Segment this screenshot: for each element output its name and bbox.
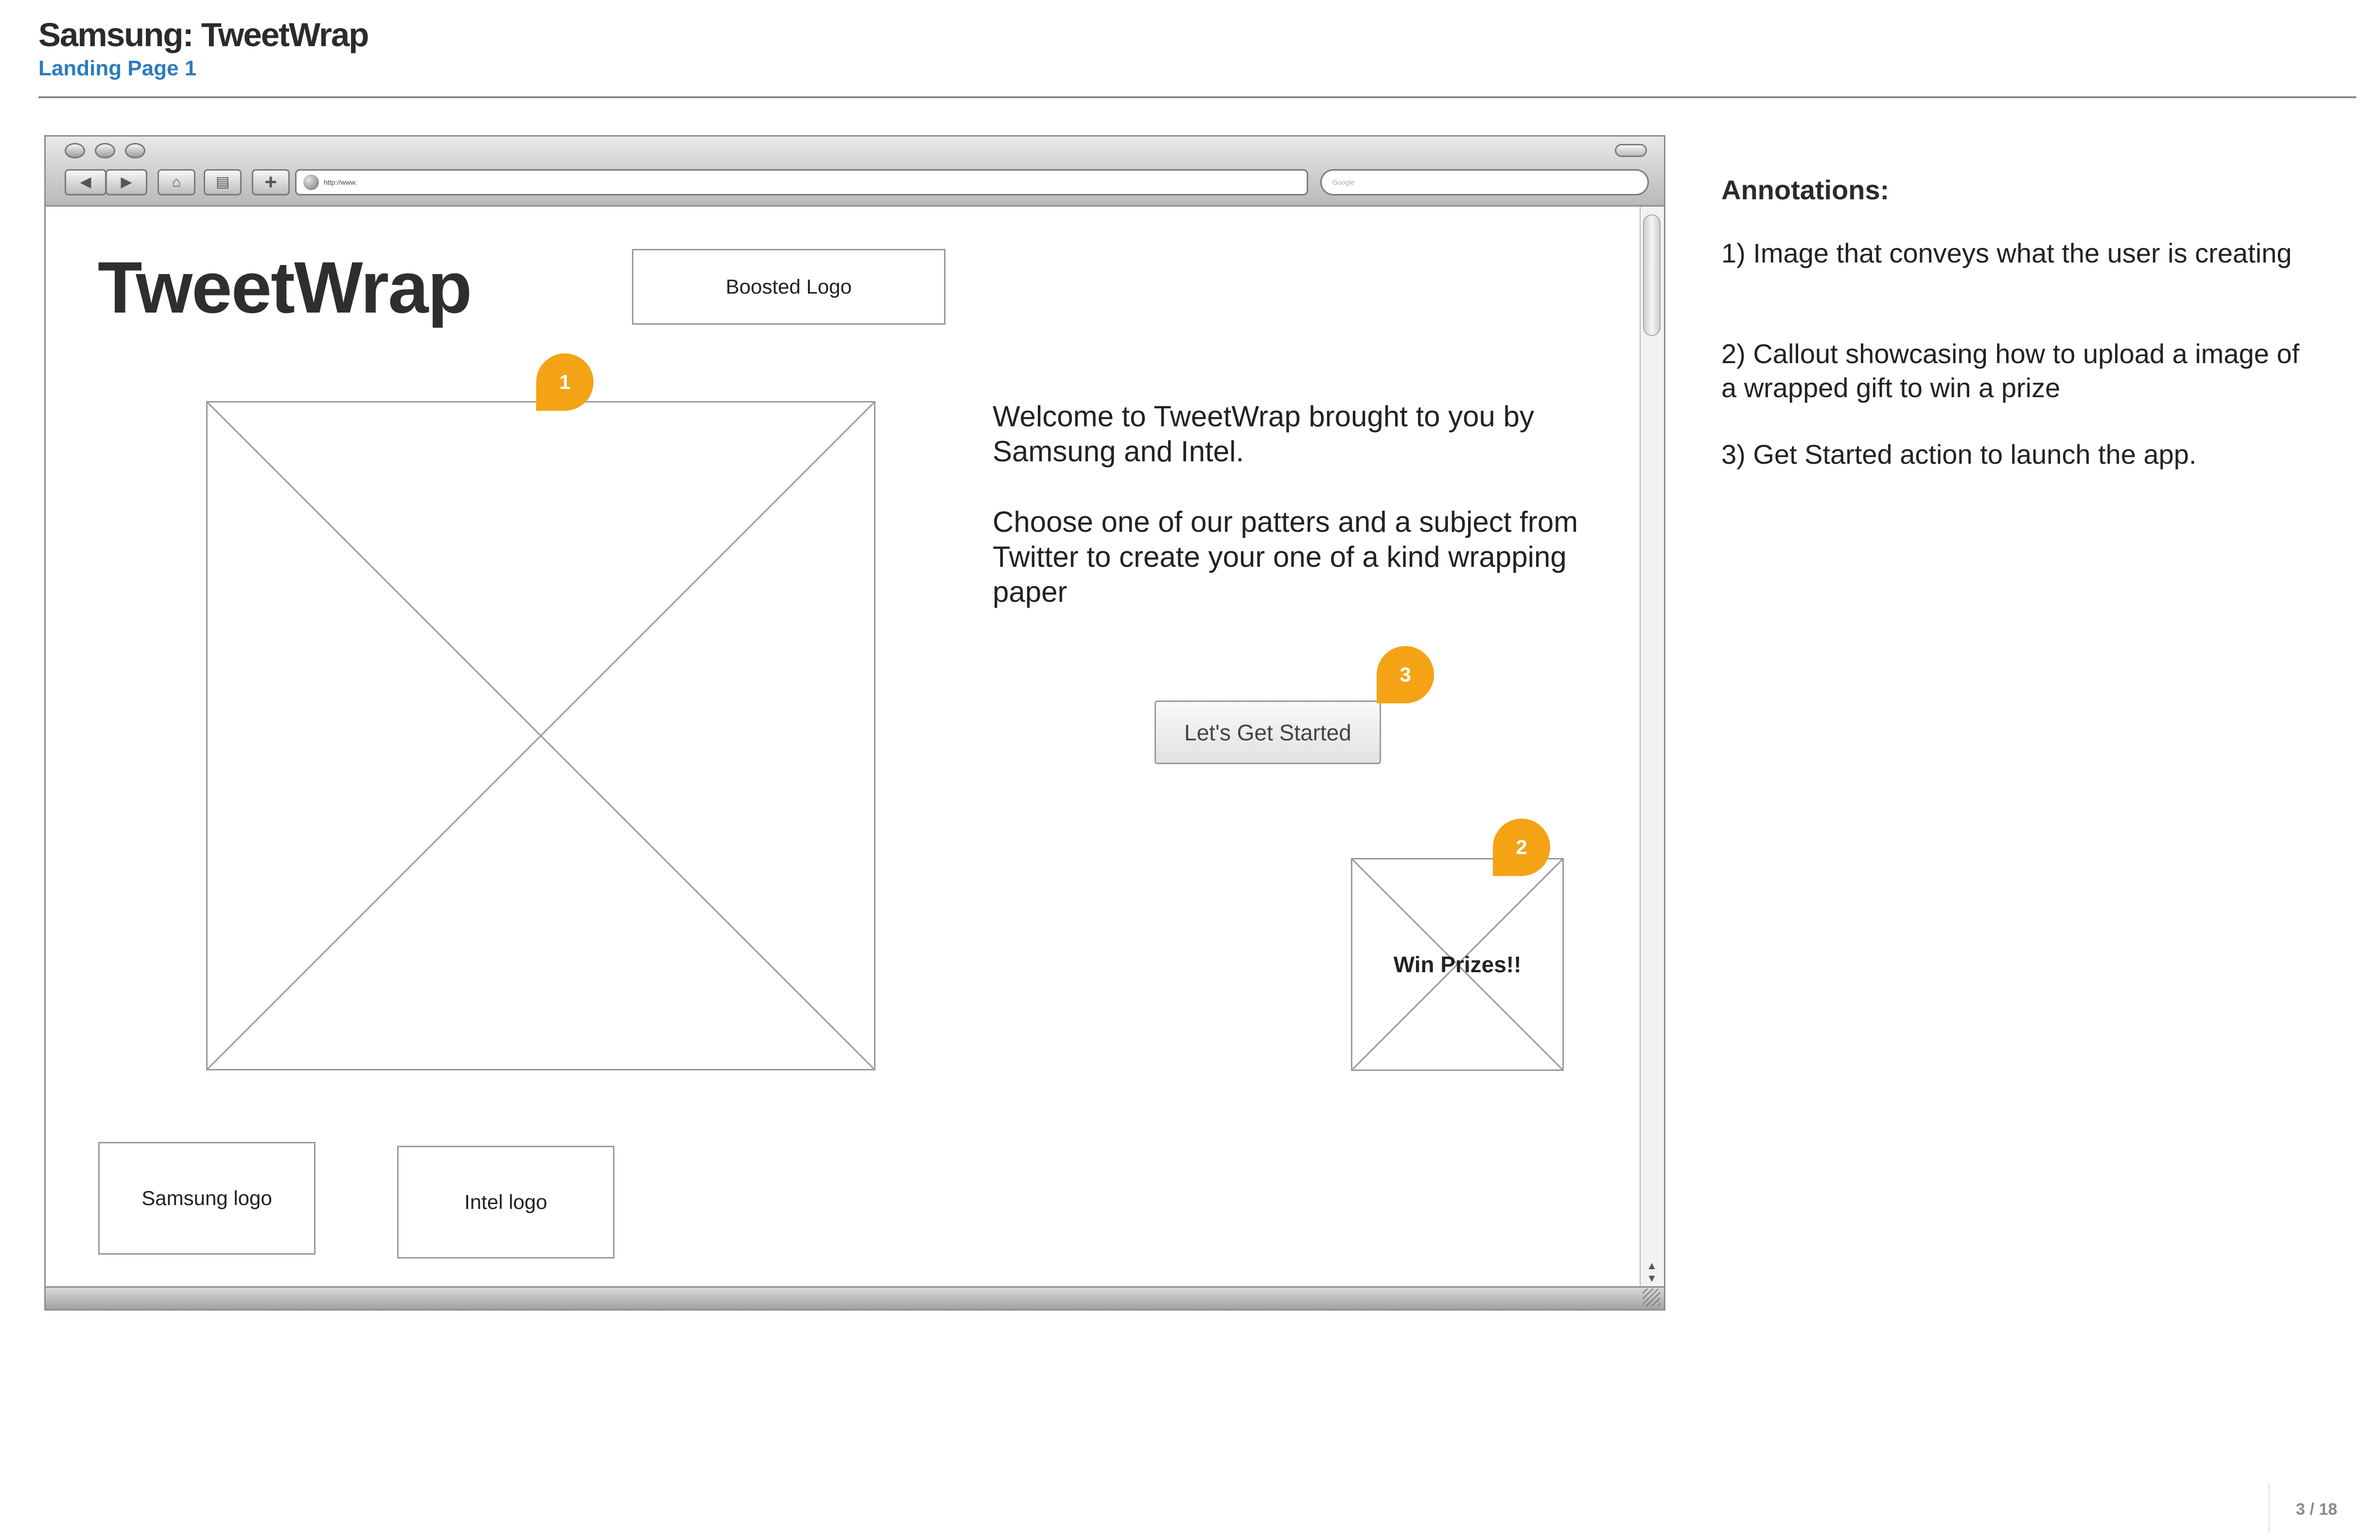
annotation-item: 2) Callout showcasing how to upload a im… — [1721, 338, 2300, 403]
document-title: Samsung: TweetWrap — [38, 16, 369, 53]
home-icon: ⌂ — [172, 174, 181, 190]
get-started-button[interactable]: Let's Get Started — [1155, 700, 1381, 764]
annotations-heading: Annotations: — [1721, 175, 1890, 205]
image-placeholder-cross — [208, 402, 874, 1069]
welcome-text: Welcome to TweetWrap brought to you by S… — [993, 400, 1534, 468]
forward-button[interactable]: ▶ — [105, 169, 147, 195]
win-prizes-image-placeholder[interactable]: Win Prizes!! — [1351, 858, 1564, 1071]
scroll-up-icon[interactable]: ▲ — [1643, 1260, 1661, 1272]
window-minimize-button[interactable] — [95, 143, 115, 158]
resize-grip-icon[interactable] — [1643, 1289, 1660, 1306]
globe-icon — [303, 175, 319, 190]
vertical-scrollbar[interactable] — [1640, 207, 1664, 1286]
window-zoom-button[interactable] — [125, 143, 145, 158]
search-input[interactable]: Google — [1320, 169, 1649, 195]
page-title: TweetWrap — [98, 246, 472, 328]
forward-arrow-icon: ▶ — [121, 174, 132, 190]
browser-window: ◀ ▶ ⌂ ▤ + http://www. Google TweetWrap B… — [44, 135, 1665, 1311]
scroll-down-icon[interactable]: ▼ — [1643, 1272, 1661, 1285]
browser-status-bar — [46, 1286, 1664, 1309]
callout-number: 1 — [559, 370, 571, 393]
callout-marker-2: 2 — [1493, 819, 1550, 876]
url-text: http://www. — [324, 178, 357, 186]
callout-number: 2 — [1516, 836, 1527, 858]
header-divider — [38, 96, 2356, 98]
annotation-item: 3) Get Started action to launch the app. — [1721, 439, 2197, 470]
add-bookmark-button[interactable]: + — [252, 169, 290, 195]
browser-toolbar: ◀ ▶ ⌂ ▤ + http://www. Google — [46, 137, 1664, 207]
url-input[interactable]: http://www. — [295, 169, 1308, 195]
back-arrow-icon: ◀ — [80, 174, 91, 190]
window-close-button[interactable] — [65, 143, 85, 158]
annotation-item: 1) Image that conveys what the user is c… — [1721, 238, 2292, 268]
footer-divider — [2269, 1483, 2270, 1533]
scrollbar-thumb[interactable] — [1643, 214, 1661, 336]
search-placeholder: Google — [1332, 178, 1355, 186]
plus-icon: + — [264, 170, 277, 194]
hero-image-placeholder — [206, 401, 875, 1070]
home-button[interactable]: ⌂ — [158, 169, 195, 195]
callout-number: 3 — [1400, 663, 1411, 686]
print-button[interactable]: ▤ — [204, 169, 242, 195]
instructions-text: Choose one of our patters and a subject … — [993, 506, 1578, 608]
intel-logo-placeholder: Intel logo — [397, 1146, 614, 1259]
callout-marker-3: 3 — [1377, 646, 1434, 703]
callout-marker-1: 1 — [536, 353, 594, 411]
toolbar-toggle-button[interactable] — [1615, 144, 1647, 157]
page-number: 3 / 18 — [2296, 1500, 2338, 1519]
print-icon: ▤ — [215, 174, 230, 190]
document-subtitle: Landing Page 1 — [38, 56, 197, 80]
back-button[interactable]: ◀ — [65, 169, 106, 195]
win-prizes-label: Win Prizes!! — [1393, 952, 1522, 977]
boosted-logo-placeholder: Boosted Logo — [632, 249, 945, 325]
samsung-logo-placeholder: Samsung logo — [98, 1142, 315, 1255]
